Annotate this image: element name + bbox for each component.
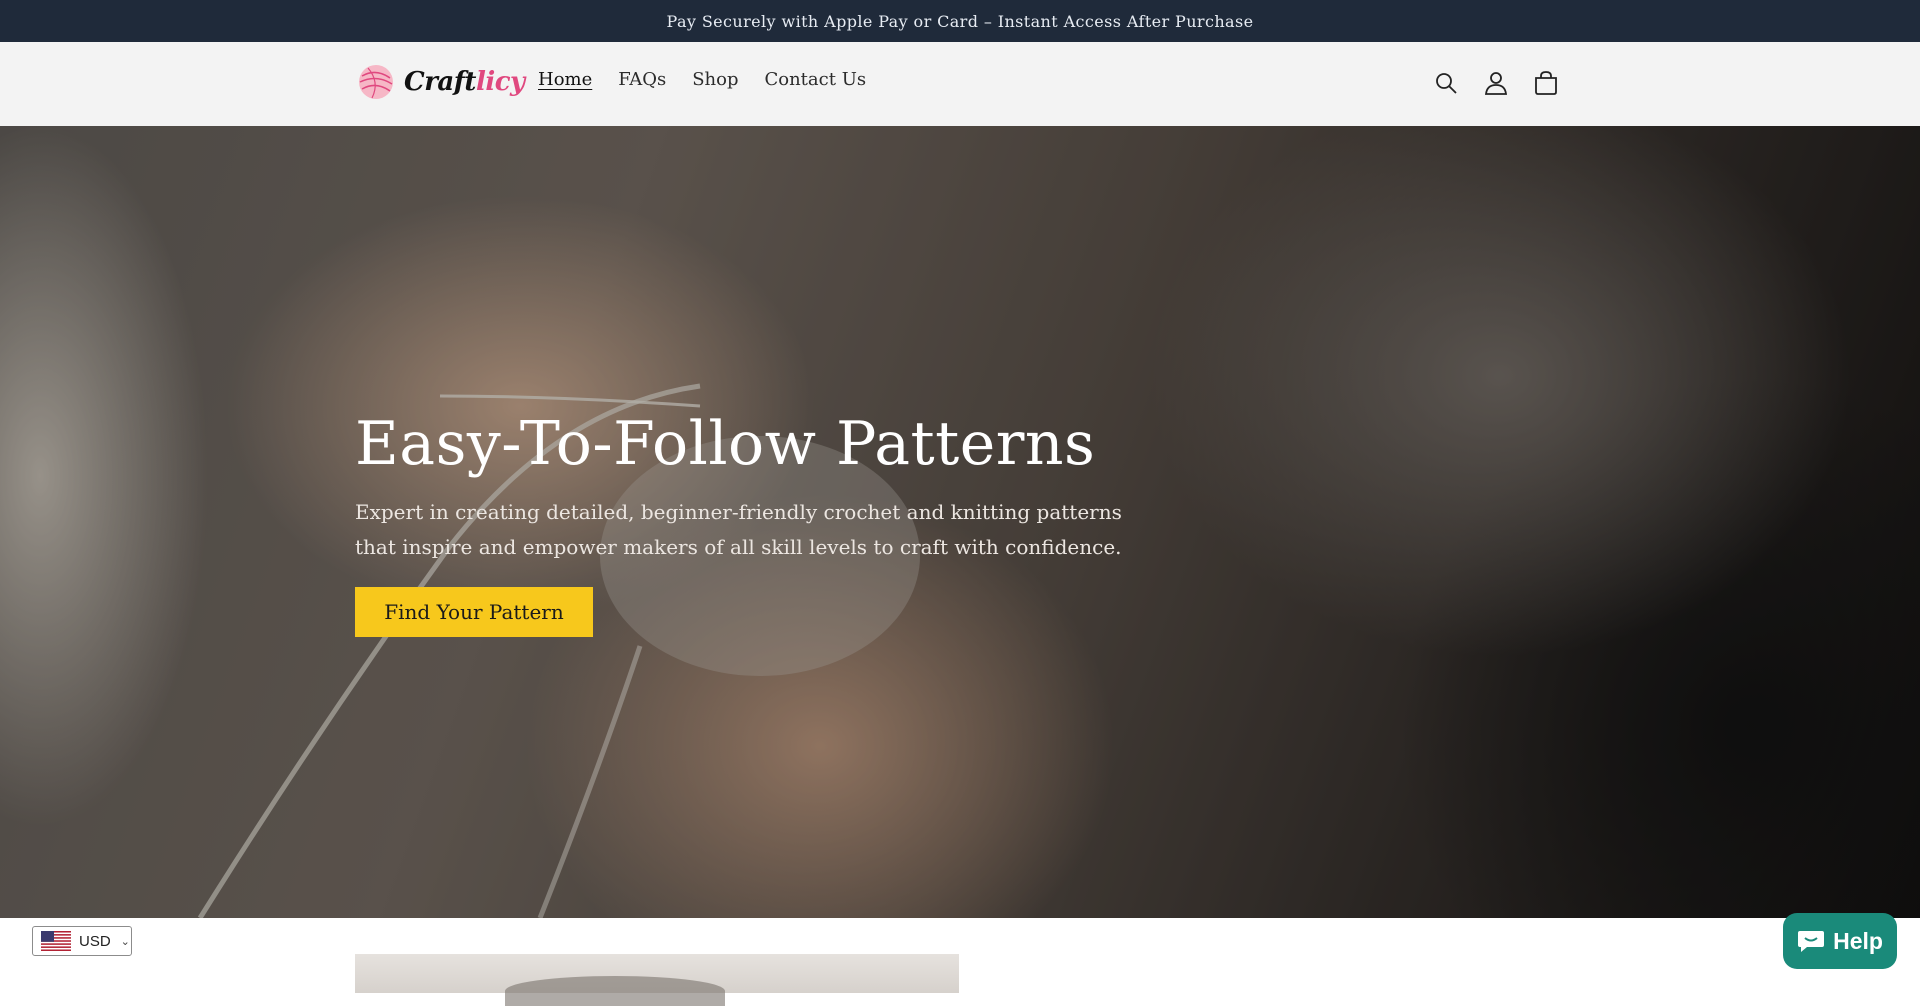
- hero-content: Easy-To-Follow Patterns Expert in creati…: [355, 410, 1155, 637]
- hero-subtitle: Expert in creating detailed, beginner-fr…: [355, 500, 1122, 559]
- nav-home[interactable]: Home: [538, 69, 592, 90]
- main-nav: Home FAQs Shop Contact Us: [538, 69, 866, 90]
- search-button[interactable]: [1432, 68, 1460, 98]
- announcement-text: Pay Securely with Apple Pay or Card – In…: [666, 11, 1254, 31]
- logo-wordmark-accent: licy: [475, 67, 525, 97]
- help-chat-button[interactable]: Help: [1783, 913, 1897, 969]
- nav-contact-us[interactable]: Contact Us: [764, 69, 866, 90]
- find-your-pattern-button[interactable]: Find Your Pattern: [355, 587, 593, 637]
- nav-faqs[interactable]: FAQs: [618, 69, 666, 90]
- us-flag-icon: [41, 931, 71, 951]
- search-icon: [1436, 73, 1457, 94]
- featured-image-shape: [505, 976, 725, 1006]
- currency-code: USD: [79, 932, 111, 950]
- logo-wordmark-dark: Craft: [404, 67, 476, 97]
- cart-button[interactable]: [1532, 68, 1560, 98]
- hero-banner: Easy-To-Follow Patterns Expert in creati…: [0, 126, 1920, 918]
- nav-shop[interactable]: Shop: [692, 69, 738, 90]
- logo-wordmark: Craftlicy: [404, 67, 525, 97]
- yarn-ball-icon: [359, 65, 393, 99]
- chat-icon: [1798, 931, 1825, 952]
- announcement-bar: Pay Securely with Apple Pay or Card – In…: [0, 0, 1920, 42]
- header-icons: [1432, 68, 1560, 98]
- account-button[interactable]: [1482, 68, 1510, 98]
- help-label: Help: [1833, 927, 1883, 954]
- site-logo[interactable]: Craftlicy: [354, 62, 525, 102]
- hero-title: Easy-To-Follow Patterns: [355, 409, 1096, 479]
- site-header: Craftlicy Home FAQs Shop Contact Us: [0, 42, 1920, 127]
- featured-image[interactable]: [355, 954, 959, 1006]
- account-icon: [1484, 72, 1508, 95]
- chevron-down-icon: ⌄: [120, 935, 130, 948]
- cart-icon: [1535, 71, 1557, 95]
- featured-section: [0, 918, 1920, 1006]
- currency-selector[interactable]: USD ⌄: [32, 926, 132, 956]
